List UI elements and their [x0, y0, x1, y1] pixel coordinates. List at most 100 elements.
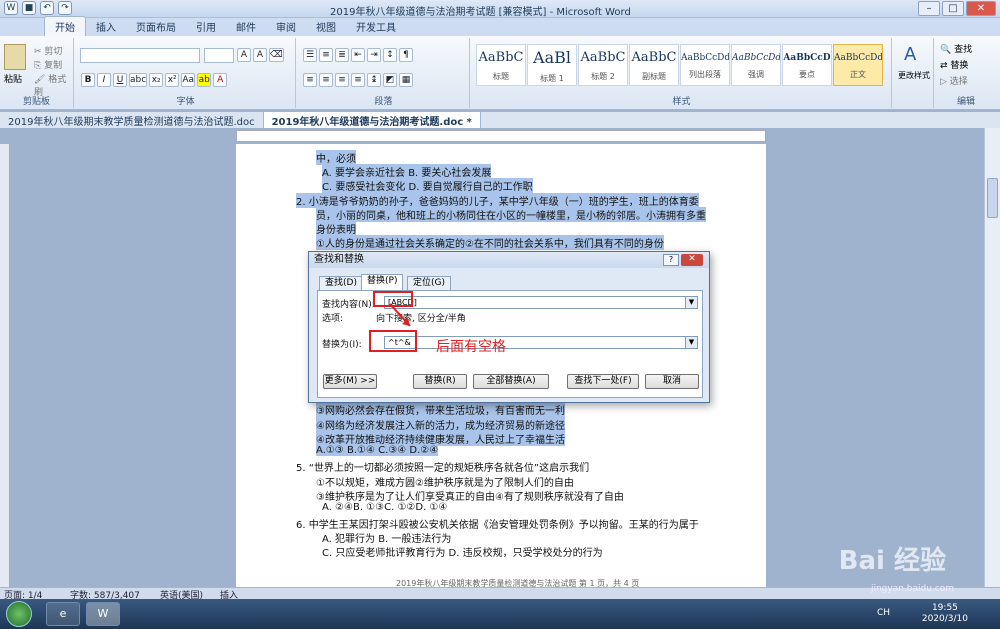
clear-format-icon[interactable]: ⌫	[269, 48, 284, 62]
tab-review[interactable]: 审阅	[266, 17, 306, 36]
replace-action-button[interactable]: 替换(R)	[413, 374, 467, 389]
options-label: 选项:	[322, 314, 344, 324]
find-button[interactable]: 🔍 查找	[940, 42, 972, 55]
help-icon[interactable]: ?	[663, 254, 679, 266]
style-heading-2[interactable]: AaBbC 标题 2	[578, 44, 628, 86]
style-heading-1[interactable]: AaBl 标题 1	[527, 44, 577, 86]
save-icon[interactable]: ■	[22, 1, 36, 15]
multilevel-icon[interactable]: ≣	[335, 48, 349, 62]
doc-tab-2[interactable]: 2019年秋八年级道德与法治期考试题.doc *	[263, 112, 481, 128]
select-button[interactable]: ▷ 选择	[940, 74, 968, 87]
close-button[interactable]: ✕	[966, 1, 996, 16]
shrink-font-icon[interactable]: A	[253, 48, 267, 62]
borders-icon[interactable]: ▦	[399, 73, 413, 87]
document-tabs: 2019年秋八年级期末教学质量检测道德与法治试题.doc 2019年秋八年级道德…	[0, 112, 1000, 128]
find-replace-dialog: 查找和替换 ? ✕ 查找(D) 替换(P) 定位(G) 查找内容(N): [AB…	[308, 251, 710, 403]
start-button[interactable]	[6, 601, 32, 627]
increase-indent-icon[interactable]: ⇥	[367, 48, 381, 62]
style-subtitle[interactable]: AaBbC 副标题	[629, 44, 679, 86]
scrollbar-thumb[interactable]	[987, 178, 998, 218]
justify-icon[interactable]: ≡	[351, 73, 365, 87]
style-normal[interactable]: AaBbCcDd 正文	[833, 44, 883, 86]
word-taskbar-icon[interactable]: W	[86, 602, 120, 626]
highlight-icon[interactable]: ab	[197, 73, 212, 87]
style-list-paragraph[interactable]: AaBbCcDd 列出段落	[680, 44, 730, 86]
find-input[interactable]: [ABCD] ▼	[384, 296, 698, 309]
watermark-url: jingyan.baidu.com	[870, 584, 954, 594]
align-left-icon[interactable]: ≡	[303, 73, 317, 87]
change-case-icon[interactable]: Aa	[181, 73, 196, 87]
show-marks-icon[interactable]: ¶	[399, 48, 413, 62]
tab-view[interactable]: 视图	[306, 17, 346, 36]
subscript-icon[interactable]: x₂	[149, 73, 164, 87]
dialog-title: 查找和替换	[309, 252, 709, 268]
undo-icon[interactable]: ↶	[40, 1, 54, 15]
style-strong[interactable]: AaBbCcD 要点	[782, 44, 832, 86]
ribbon-tabs: 开始 插入 页面布局 引用 邮件 审阅 视图 开发工具	[0, 16, 1000, 36]
chevron-down-icon[interactable]: ▼	[685, 337, 697, 348]
minimize-button[interactable]: –	[918, 1, 940, 16]
redo-icon[interactable]: ↷	[58, 1, 72, 15]
horizontal-ruler[interactable]	[236, 130, 766, 142]
copy-button[interactable]: ⎘ 复制	[34, 58, 62, 71]
change-styles[interactable]: A 更改样式	[894, 38, 934, 108]
replace-input[interactable]: ^t^& ▼	[384, 336, 698, 349]
editing-group: 🔍 查找 ⇄ 替换 ▷ 选择 编辑	[936, 38, 996, 108]
doc-line: ①人的身份是通过社会关系确定的②在不同的社会关系中，我们具有不同的身份	[316, 235, 664, 250]
doc-line: 身份表明	[316, 221, 356, 236]
font-size-select[interactable]	[204, 48, 234, 63]
cut-button[interactable]: ✂ 剪切	[34, 44, 62, 57]
grow-font-icon[interactable]: A	[237, 48, 251, 62]
style-emphasis[interactable]: AaBbCcDd 强调	[731, 44, 781, 86]
style-title[interactable]: AaBbC 标题	[476, 44, 526, 86]
doc-line: A. 要学会亲近社会 B. 要关心社会发展	[322, 164, 492, 179]
replace-all-button[interactable]: 全部替换(A)	[473, 374, 549, 389]
quick-access-toolbar: W ■ ↶ ↷	[4, 1, 72, 15]
doc-tab-1[interactable]: 2019年秋八年级期末教学质量检测道德与法治试题.doc	[0, 112, 264, 128]
tab-insert[interactable]: 插入	[86, 17, 126, 36]
dialog-close-button[interactable]: ✕	[681, 254, 703, 266]
paste-button[interactable]: 粘贴	[4, 72, 22, 85]
tab-goto[interactable]: 定位(G)	[407, 276, 451, 290]
italic-icon[interactable]: I	[97, 73, 111, 87]
superscript-icon[interactable]: x²	[165, 73, 180, 87]
shading-icon[interactable]: ◩	[383, 73, 397, 87]
tab-references[interactable]: 引用	[186, 17, 226, 36]
replace-highlight-box	[369, 330, 417, 352]
bullets-icon[interactable]: ☰	[303, 48, 317, 62]
font-color-icon[interactable]: A	[213, 73, 228, 87]
align-right-icon[interactable]: ≡	[335, 73, 349, 87]
numbering-icon[interactable]: ≡	[319, 48, 333, 62]
vertical-ruler[interactable]	[0, 144, 10, 596]
underline-icon[interactable]: U	[113, 73, 127, 87]
line-spacing-icon[interactable]: ↨	[367, 73, 381, 87]
clock[interactable]: 19:55 2020/3/10	[922, 603, 968, 625]
tab-replace[interactable]: 替换(P)	[361, 274, 404, 290]
tab-find[interactable]: 查找(D)	[319, 276, 363, 290]
tab-home[interactable]: 开始	[44, 16, 86, 36]
input-method[interactable]: CH	[877, 608, 890, 618]
sort-icon[interactable]: ↕	[383, 48, 397, 62]
maximize-button[interactable]: □	[942, 1, 964, 16]
find-next-button[interactable]: 查找下一处(F)	[567, 374, 639, 389]
bold-icon[interactable]: B	[81, 73, 95, 87]
cancel-button[interactable]: 取消	[645, 374, 699, 389]
font-name-select[interactable]	[80, 48, 200, 63]
more-button[interactable]: 更多(M) >>	[323, 374, 377, 389]
replace-label: 替换为(I):	[322, 340, 362, 350]
tab-page-layout[interactable]: 页面布局	[126, 17, 186, 36]
doc-line: 员，小丽的同桌，他和班上的小杨同住在小区的一幢楼里，是小杨的邻居。小涛拥有多重	[316, 207, 706, 222]
replace-button[interactable]: ⇄ 替换	[940, 58, 968, 71]
find-label: 查找内容(N):	[322, 300, 375, 310]
paste-icon[interactable]	[4, 44, 26, 70]
chevron-down-icon[interactable]: ▼	[685, 297, 697, 308]
word-logo-icon[interactable]: W	[4, 1, 18, 15]
decrease-indent-icon[interactable]: ⇤	[351, 48, 365, 62]
vertical-scrollbar[interactable]	[984, 128, 1000, 596]
ie-icon[interactable]: e	[46, 602, 80, 626]
tab-developer[interactable]: 开发工具	[346, 17, 406, 36]
align-center-icon[interactable]: ≡	[319, 73, 333, 87]
tab-mailings[interactable]: 邮件	[226, 17, 266, 36]
strikethrough-icon[interactable]: abc	[129, 73, 148, 87]
doc-line: ①不以规矩，难成方圆②维护秩序就是为了限制人们的自由	[316, 478, 574, 489]
